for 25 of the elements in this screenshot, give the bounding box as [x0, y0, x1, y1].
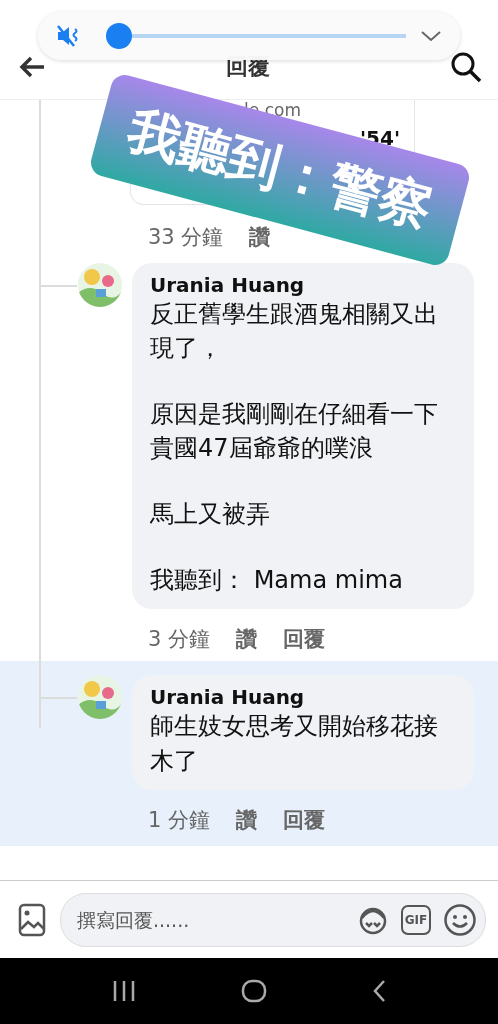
like-link[interactable]: 讚 — [236, 805, 258, 834]
home-icon[interactable] — [241, 979, 267, 1003]
like-link[interactable]: 讚 — [236, 625, 258, 654]
image-icon[interactable] — [18, 902, 46, 937]
chevron-down-icon[interactable] — [420, 29, 442, 43]
comment-text: 馬上又被弄 — [150, 499, 271, 531]
reply-link[interactable]: 回覆 — [283, 625, 326, 654]
reply-input-field[interactable]: 撰寫回覆...... GIF — [60, 892, 486, 947]
back-icon[interactable] — [371, 979, 386, 1003]
author-name[interactable]: Urania Huang — [150, 685, 456, 710]
comment-text: 師生妓女思考又開始移花接木了 — [150, 711, 439, 777]
comment-text: 反正舊學生跟酒鬼相關又出現了， — [150, 299, 439, 365]
like-link[interactable]: 讚 — [249, 223, 271, 251]
comment-text: 原因是我剛剛在仔細看一下貴國47屆爺爺的噗浪 — [150, 399, 439, 465]
comment-time: 1 分鐘 — [148, 806, 211, 834]
back-arrow-icon[interactable] — [18, 54, 46, 79]
comment-time: 33 分鐘 — [148, 224, 224, 251]
recent-apps-icon[interactable] — [112, 980, 137, 1002]
comment-text: 我聽到： Mama mima — [150, 565, 404, 597]
search-icon[interactable] — [450, 50, 482, 83]
emoji-icon[interactable] — [443, 902, 477, 937]
author-name[interactable]: Urania Huang — [150, 273, 456, 297]
gif-button[interactable]: GIF — [401, 904, 431, 935]
reply-link[interactable]: 回覆 — [283, 805, 326, 834]
comment-time: 3 分鐘 — [148, 626, 211, 654]
